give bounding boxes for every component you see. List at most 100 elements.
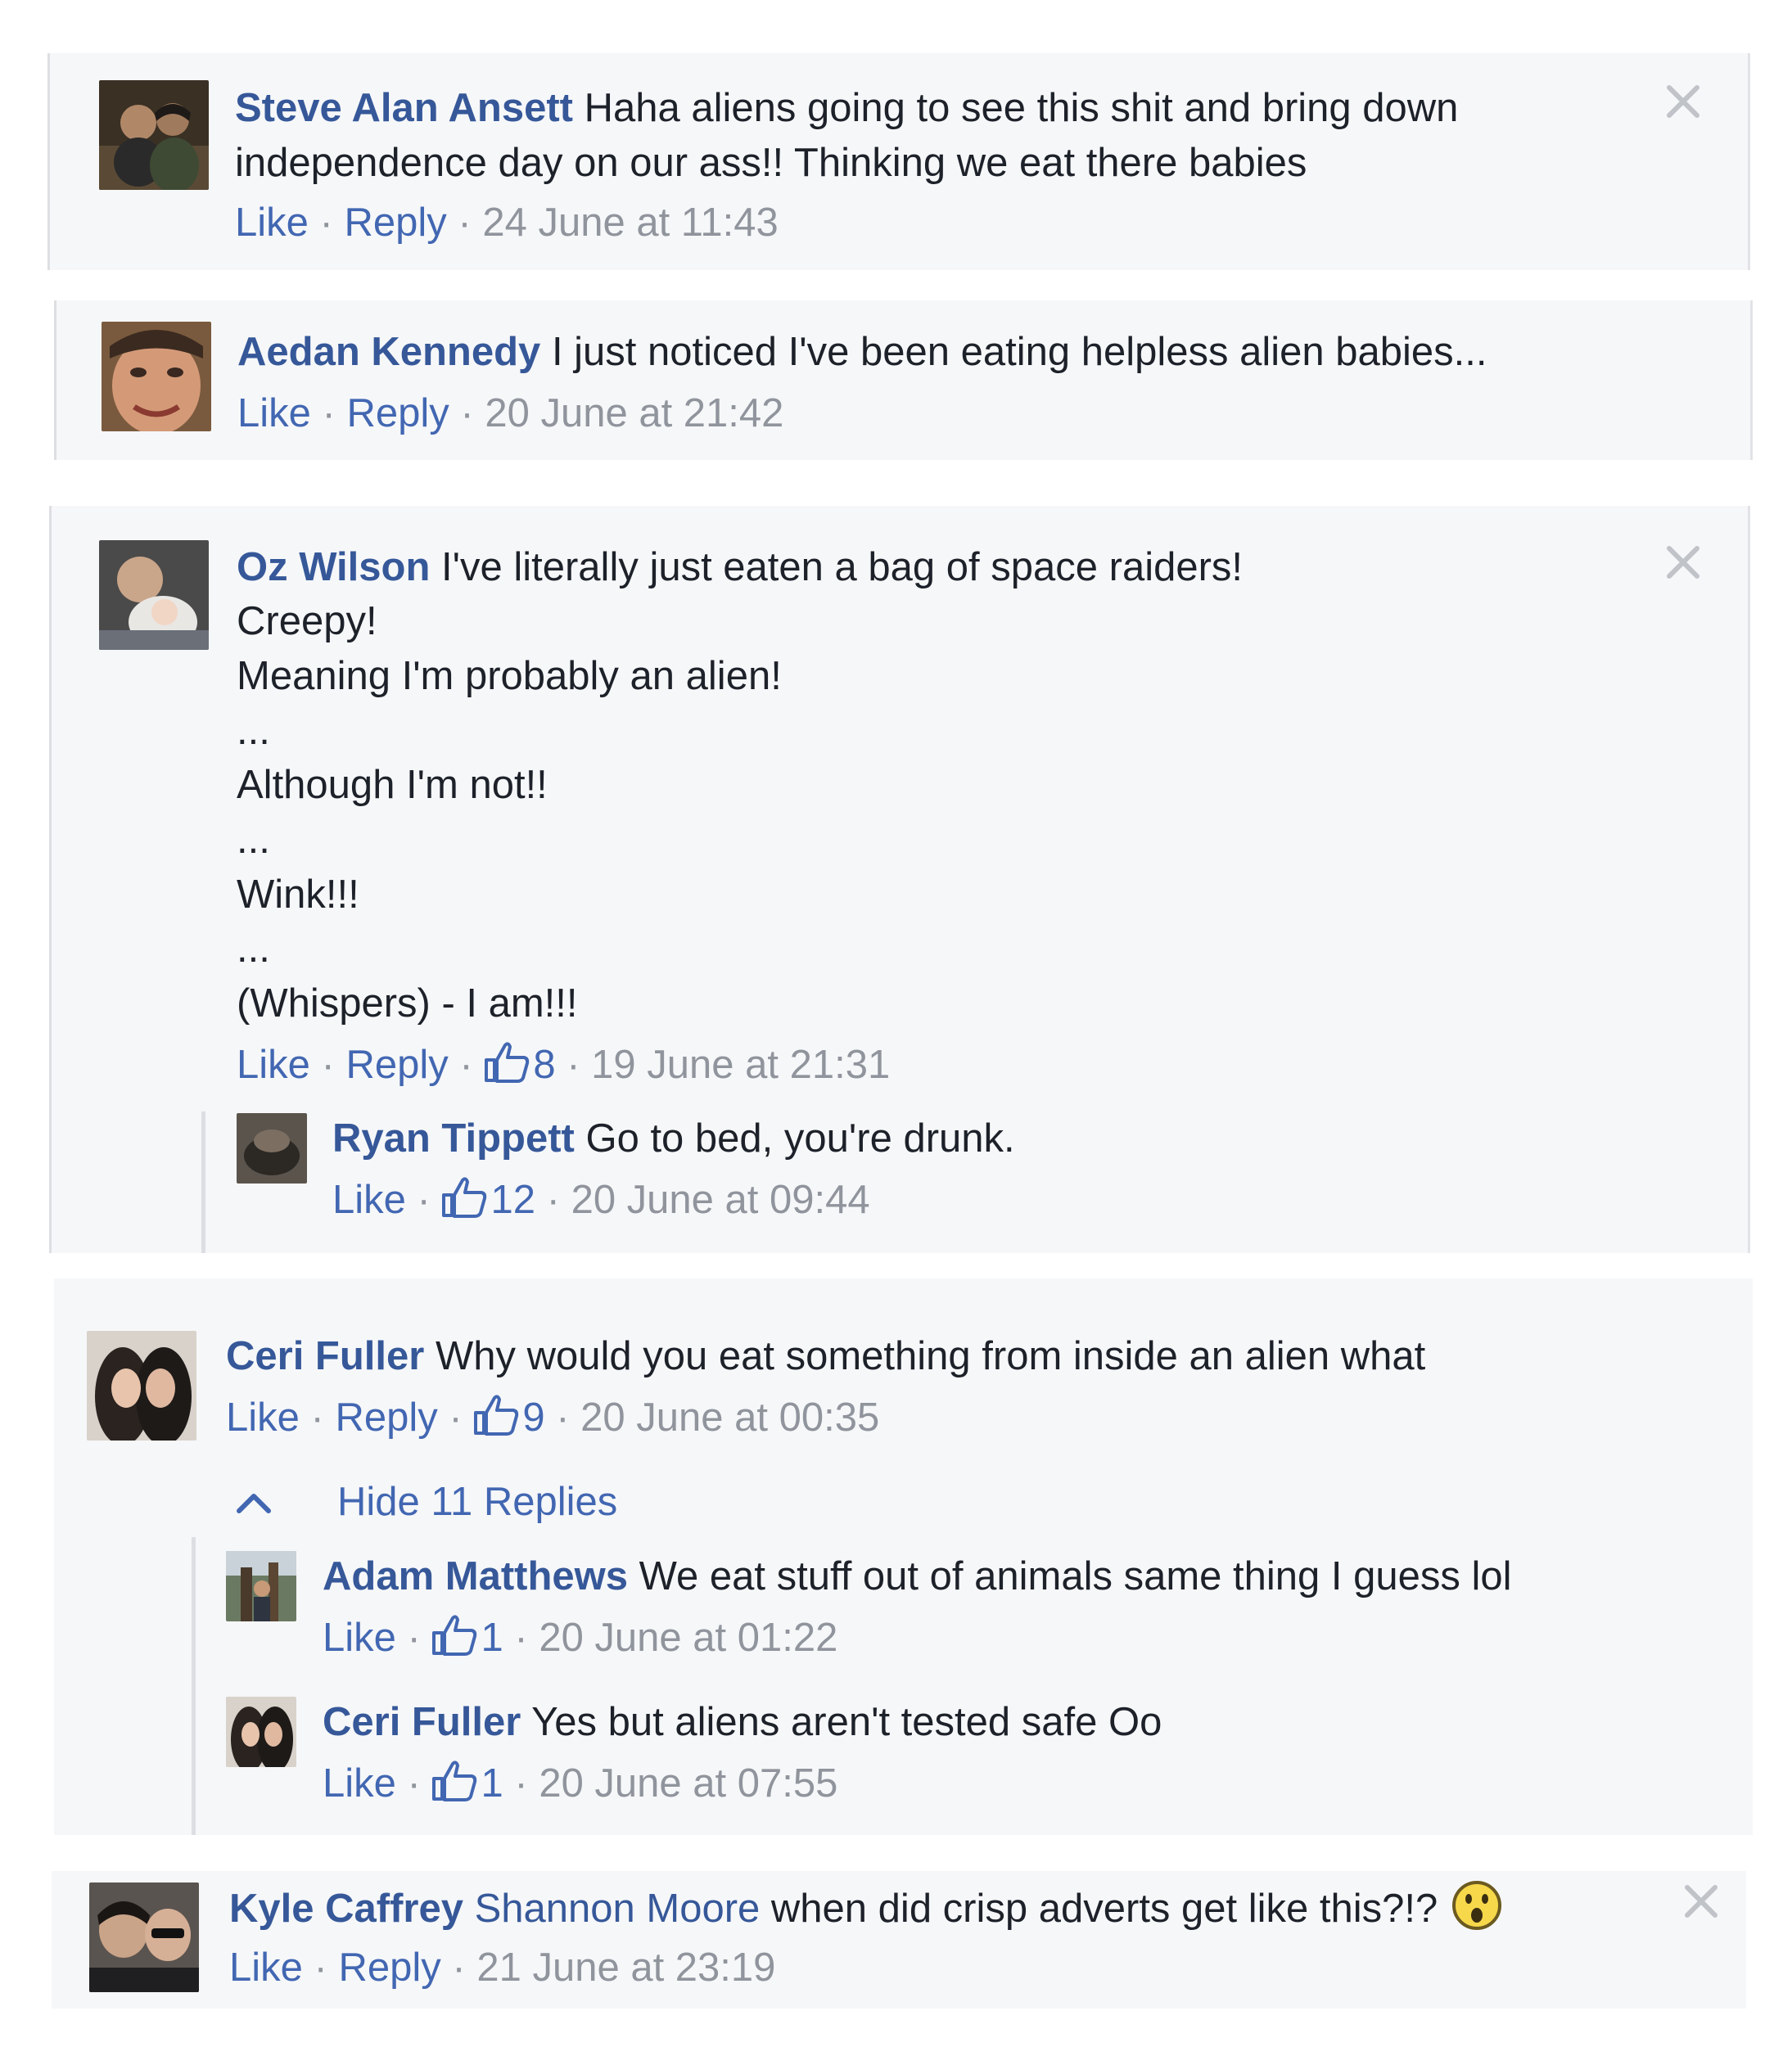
thumbs-up-icon <box>442 1177 487 1218</box>
like-count-value: 9 <box>522 1395 545 1440</box>
like-link[interactable]: Like <box>332 1178 406 1222</box>
author-name[interactable]: Kyle Caffrey <box>229 1887 463 1931</box>
avatar[interactable] <box>237 1113 307 1184</box>
hide-replies-link[interactable]: Hide 11 Replies <box>337 1475 617 1530</box>
comment-text-line: (Whispers) - I am!!! <box>237 981 578 1026</box>
like-link[interactable]: Like <box>237 391 311 435</box>
reply-link[interactable]: Reply <box>338 1946 440 1990</box>
avatar[interactable] <box>226 1551 296 1621</box>
close-icon[interactable] <box>1664 83 1702 120</box>
reply-link[interactable]: Reply <box>335 1395 437 1440</box>
comment-text-line: Wink!!! <box>237 872 359 917</box>
reply-body: Ryan Tippett Go to bed, you're drunk. <box>332 1111 1015 1166</box>
author-name[interactable]: Adam Matthews <box>323 1554 628 1598</box>
comment-block: Steve Alan Ansett Haha aliens going to s… <box>47 53 1750 270</box>
like-count[interactable]: 12 <box>441 1177 535 1222</box>
avatar[interactable] <box>102 322 211 431</box>
thumbs-up-icon <box>474 1395 519 1436</box>
thread-line <box>192 1537 196 1835</box>
timestamp[interactable]: 20 June at 00:35 <box>580 1395 879 1440</box>
separator: · <box>407 1761 421 1806</box>
reply-text: Yes but aliens aren't tested safe Oo <box>531 1700 1162 1744</box>
separator: · <box>566 1043 580 1087</box>
reply-actions: Like · 12 · 20 June at 09:44 <box>332 1173 870 1228</box>
like-count[interactable]: 9 <box>473 1395 545 1440</box>
avatar[interactable] <box>99 540 209 650</box>
separator: · <box>514 1761 528 1806</box>
like-link[interactable]: Like <box>229 1946 303 1990</box>
comment-block: Aedan Kennedy I just noticed I've been e… <box>54 300 1753 460</box>
separator: · <box>460 391 474 435</box>
timestamp[interactable]: 20 June at 07:55 <box>539 1761 837 1806</box>
comment-text-line: ... <box>237 927 270 971</box>
timestamp[interactable]: 24 June at 11:43 <box>482 201 778 245</box>
comment-text-line: Meaning I'm probably an alien! <box>237 654 782 698</box>
like-link[interactable]: Like <box>237 1043 310 1087</box>
separator: · <box>556 1395 570 1440</box>
comment-actions: Like · Reply · 21 June at 23:19 <box>229 1941 775 1995</box>
timestamp[interactable]: 20 June at 01:22 <box>539 1616 837 1660</box>
avatar[interactable] <box>226 1697 296 1767</box>
author-name[interactable]: Ceri Fuller <box>323 1700 521 1744</box>
author-name[interactable]: Steve Alan Ansett <box>235 86 573 130</box>
avatar[interactable] <box>87 1331 196 1441</box>
reply-actions: Like · 1 · 20 June at 07:55 <box>323 1756 837 1811</box>
comment-body: Oz Wilson I've literally just eaten a ba… <box>237 540 1243 595</box>
comment-actions: Like · Reply · 8 · 19 June at 21:31 <box>237 1038 890 1093</box>
like-link[interactable]: Like <box>235 201 309 245</box>
reply-link[interactable]: Reply <box>344 201 446 245</box>
timestamp[interactable]: 20 June at 09:44 <box>571 1178 870 1222</box>
separator: · <box>459 1043 473 1087</box>
reply-text: Go to bed, you're drunk. <box>585 1116 1015 1161</box>
separator: · <box>452 1946 466 1990</box>
close-icon[interactable] <box>1664 543 1702 581</box>
separator: · <box>458 201 472 245</box>
separator: · <box>514 1616 528 1660</box>
like-count-value: 1 <box>481 1761 503 1806</box>
comment-text: when did crisp adverts get like this?!? <box>770 1887 1438 1931</box>
reply-body: Ceri Fuller Yes but aliens aren't tested… <box>323 1695 1162 1750</box>
like-link[interactable]: Like <box>323 1761 396 1806</box>
separator: · <box>314 1946 327 1990</box>
comment-actions: Like · Reply · 24 June at 11:43 <box>235 196 779 250</box>
author-name[interactable]: Ceri Fuller <box>226 1334 424 1378</box>
avatar[interactable] <box>99 80 209 190</box>
comment-block: Kyle Caffrey Shannon Moore when did cris… <box>52 1871 1746 2009</box>
author-name[interactable]: Aedan Kennedy <box>237 330 540 374</box>
thread-line <box>201 1111 205 1253</box>
timestamp[interactable]: 19 June at 21:31 <box>591 1043 890 1087</box>
comment-body: Steve Alan Ansett Haha aliens going to s… <box>235 81 1458 136</box>
comment-actions: Like · Reply · 9 · 20 June at 00:35 <box>226 1391 879 1445</box>
surprised-face-emoji <box>1452 1881 1502 1930</box>
close-icon[interactable] <box>1682 1882 1720 1920</box>
comment-text: Haha aliens going to see this shit and b… <box>584 86 1459 130</box>
thumbs-up-icon <box>485 1042 530 1083</box>
comment-text: I've literally just eaten a bag of space… <box>441 545 1244 589</box>
reply-body: Adam Matthews We eat stuff out of animal… <box>323 1549 1512 1604</box>
chevron-up-icon[interactable] <box>234 1490 273 1514</box>
like-count-value: 1 <box>481 1616 503 1660</box>
thumbs-up-icon <box>432 1615 477 1656</box>
comment-actions: Like · Reply · 20 June at 21:42 <box>237 386 783 441</box>
like-link[interactable]: Like <box>226 1395 300 1440</box>
author-name[interactable]: Ryan Tippett <box>332 1116 575 1161</box>
reply-link[interactable]: Reply <box>345 1043 448 1087</box>
comment-text-line: independence day on our ass!! Thinking w… <box>235 141 1307 185</box>
timestamp[interactable]: 20 June at 21:42 <box>485 391 783 435</box>
like-count[interactable]: 1 <box>431 1615 503 1660</box>
comment-text-line: ... <box>237 709 270 753</box>
separator: · <box>417 1178 431 1222</box>
tagged-user[interactable]: Shannon Moore <box>475 1887 761 1931</box>
avatar[interactable] <box>89 1882 199 1992</box>
like-link[interactable]: Like <box>323 1616 396 1660</box>
like-count[interactable]: 8 <box>484 1042 556 1087</box>
timestamp[interactable]: 21 June at 23:19 <box>476 1946 775 1990</box>
separator: · <box>322 391 336 435</box>
like-count[interactable]: 1 <box>431 1761 503 1806</box>
separator: · <box>321 1043 335 1087</box>
comment-block: Ceri Fuller Why would you eat something … <box>54 1278 1753 1835</box>
comment-body: Kyle Caffrey Shannon Moore when did cris… <box>229 1879 1503 1937</box>
reply-link[interactable]: Reply <box>346 391 449 435</box>
comment-text-line: Although I'm not!! <box>237 763 548 807</box>
author-name[interactable]: Oz Wilson <box>237 545 430 589</box>
